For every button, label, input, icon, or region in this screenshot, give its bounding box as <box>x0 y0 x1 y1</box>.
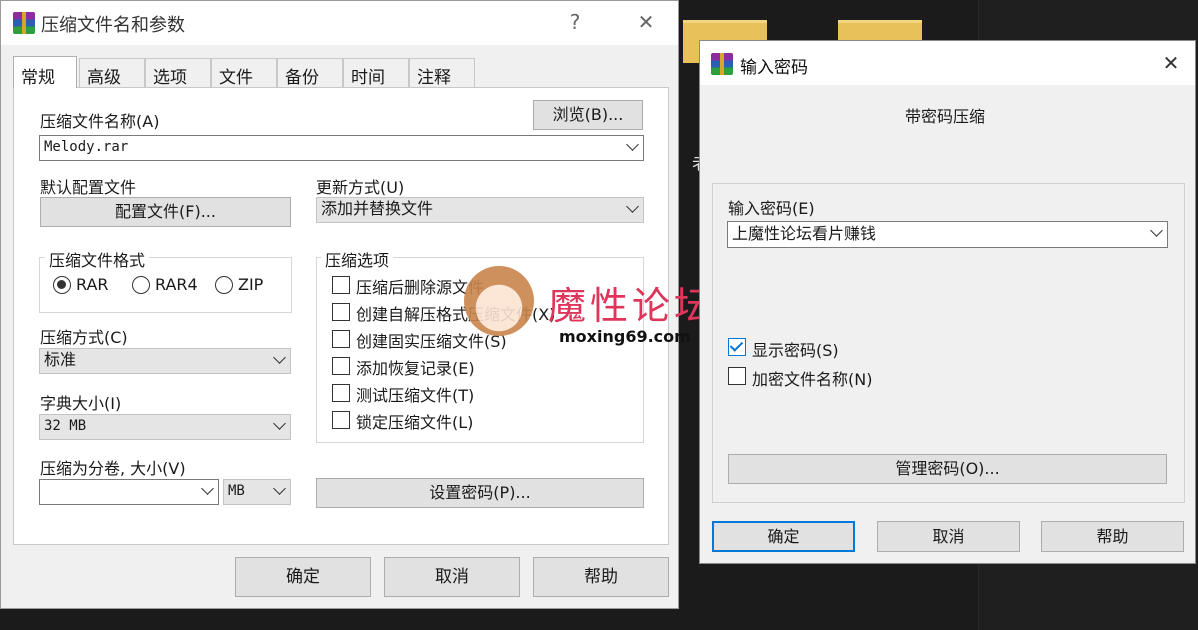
ok-button[interactable]: 确定 <box>235 557 371 597</box>
watermark-url: moxing69.com <box>559 327 691 346</box>
manage-passwords-button[interactable]: 管理密码(O)... <box>728 454 1167 484</box>
rar-label[interactable]: RAR <box>76 275 109 294</box>
default-profile-label: 默认配置文件 <box>40 178 137 197</box>
lock-checkbox[interactable] <box>332 411 350 429</box>
password-title-bar[interactable]: 输入密码 ✕ <box>700 41 1195 85</box>
option-label[interactable]: 测试压缩文件(T) <box>356 382 474 406</box>
chevron-down-icon[interactable] <box>626 138 639 151</box>
tab-general[interactable]: 常规 <box>13 56 77 88</box>
zip-label[interactable]: ZIP <box>238 275 263 294</box>
winrar-icon <box>711 53 733 75</box>
delete-after-checkbox[interactable] <box>332 276 350 294</box>
archive-name-input[interactable]: Melody.rar <box>39 135 644 161</box>
rar4-label[interactable]: RAR4 <box>155 275 198 294</box>
password-help-button[interactable]: 帮助 <box>1041 521 1184 552</box>
password-subtitle: 带密码压缩 <box>905 107 986 126</box>
option-label[interactable]: 添加恢复记录(E) <box>356 355 475 379</box>
password-cancel-button[interactable]: 取消 <box>877 521 1020 552</box>
password-dialog-title: 输入密码 <box>740 58 808 78</box>
help-icon[interactable]: ? <box>565 10 585 34</box>
format-group-title: 压缩文件格式 <box>45 247 150 271</box>
dict-label: 字典大小(I) <box>40 394 122 413</box>
option-label[interactable]: 锁定压缩文件(L) <box>356 409 473 433</box>
chevron-down-icon[interactable] <box>1150 224 1163 237</box>
chevron-down-icon <box>273 417 286 430</box>
show-password-label[interactable]: 显示密码(S) <box>752 337 839 361</box>
password-value: 上魔性论坛看片赚钱 <box>732 224 877 243</box>
update-mode-value: 添加并替换文件 <box>321 199 434 218</box>
update-mode-select[interactable]: 添加并替换文件 <box>316 197 644 223</box>
close-icon[interactable]: ✕ <box>633 10 659 34</box>
cancel-button[interactable]: 取消 <box>384 557 520 597</box>
tab-advanced[interactable]: 高级 <box>79 58 145 88</box>
set-password-button[interactable]: 设置密码(P)... <box>316 478 644 508</box>
split-size-input[interactable] <box>39 479 219 505</box>
dict-value: 32 MB <box>44 418 87 434</box>
chevron-down-icon <box>626 200 639 213</box>
password-ok-button[interactable]: 确定 <box>712 521 855 552</box>
tab-comment[interactable]: 注释 <box>409 58 475 88</box>
tab-files[interactable]: 文件 <box>211 58 277 88</box>
method-value: 标准 <box>44 350 77 369</box>
archive-name-label: 压缩文件名称(A) <box>40 112 160 131</box>
password-input[interactable]: 上魔性论坛看片赚钱 <box>727 221 1168 248</box>
title-bar[interactable]: 压缩文件名和参数 ? ✕ <box>1 1 678 45</box>
method-label: 压缩方式(C) <box>40 328 128 347</box>
archive-name-value: Melody.rar <box>44 139 129 155</box>
rar-radio[interactable] <box>53 276 71 294</box>
tab-options[interactable]: 选项 <box>145 58 211 88</box>
split-unit-value: MB <box>228 483 245 499</box>
recovery-checkbox[interactable] <box>332 357 350 375</box>
watermark-text: 魔性论坛 <box>548 284 717 328</box>
tab-backup[interactable]: 备份 <box>277 58 343 88</box>
options-group-title: 压缩选项 <box>321 247 394 271</box>
chevron-down-icon <box>273 351 286 364</box>
enter-password-label: 输入密码(E) <box>728 199 815 218</box>
password-dialog: 输入密码 ✕ 带密码压缩 输入密码(E) 上魔性论坛看片赚钱 显示密码(S) 加… <box>699 40 1196 564</box>
solid-checkbox[interactable] <box>332 330 350 348</box>
tab-time[interactable]: 时间 <box>343 58 409 88</box>
help-button[interactable]: 帮助 <box>533 557 669 597</box>
test-checkbox[interactable] <box>332 384 350 402</box>
window-title: 压缩文件名和参数 <box>41 15 185 36</box>
chevron-down-icon <box>273 482 286 495</box>
chevron-down-icon[interactable] <box>201 482 214 495</box>
split-label: 压缩为分卷, 大小(V) <box>40 459 186 478</box>
split-unit-select[interactable]: MB <box>223 479 291 505</box>
zip-radio[interactable] <box>215 276 233 294</box>
encrypt-names-label[interactable]: 加密文件名称(N) <box>752 366 872 390</box>
dict-select[interactable]: 32 MB <box>39 414 291 440</box>
watermark-avatar <box>464 266 534 336</box>
method-select[interactable]: 标准 <box>39 348 291 374</box>
show-password-checkbox[interactable] <box>728 338 746 356</box>
sfx-checkbox[interactable] <box>332 303 350 321</box>
profile-button[interactable]: 配置文件(F)... <box>40 197 291 227</box>
rar4-radio[interactable] <box>132 276 150 294</box>
close-icon[interactable]: ✕ <box>1158 51 1184 75</box>
update-mode-label: 更新方式(U) <box>316 178 405 197</box>
browse-button[interactable]: 浏览(B)... <box>533 100 643 130</box>
winrar-icon <box>13 12 35 34</box>
encrypt-names-checkbox[interactable] <box>728 367 746 385</box>
